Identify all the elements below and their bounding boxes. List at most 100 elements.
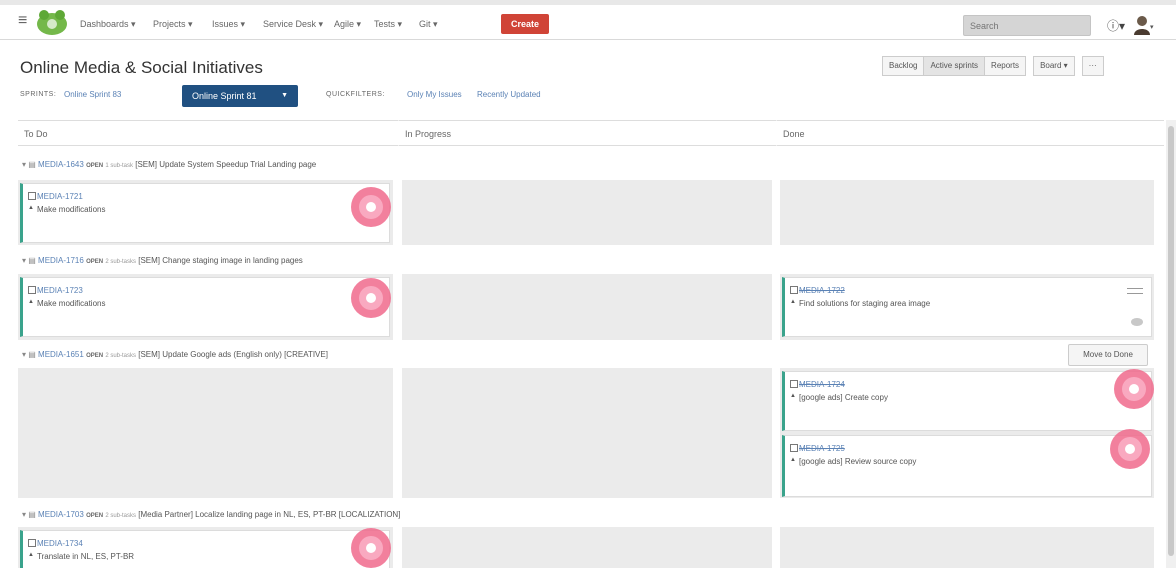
swimlane-header[interactable]: ▾ ▤ MEDIA-1643 OPEN 1 sub-task [SEM] Upd… (22, 160, 316, 169)
column-done-header: Done (776, 120, 1164, 146)
status-badge: OPEN (86, 163, 104, 169)
status-badge: OPEN (86, 353, 104, 359)
quickfilter-my-issues[interactable]: Only My Issues (407, 90, 462, 99)
issue-summary: [google ads] Create copy (799, 393, 888, 402)
backlog-button[interactable]: Backlog (882, 56, 925, 76)
issue-key[interactable]: MEDIA-1722 (799, 286, 845, 295)
swimlane-header[interactable]: ▾ ▤ MEDIA-1651 OPEN 2 sub-tasks [SEM] Up… (22, 350, 328, 359)
issue-key[interactable]: MEDIA-1724 (799, 380, 845, 389)
sprints-label: SPRINTS: (20, 91, 57, 98)
page-title: Online Media & Social Initiatives (20, 58, 263, 77)
redacted-avatar (1114, 369, 1154, 409)
issue-card[interactable]: MEDIA-1725 ▲ [google ads] Review source … (782, 435, 1152, 497)
subtask-type-icon (28, 539, 36, 547)
sprint-select-label: Online Sprint 81 (192, 91, 257, 101)
top-navigation: ≡ Dashboards ▾ Projects ▾ Issues ▾ Servi… (0, 0, 1176, 40)
more-actions-button[interactable]: ··· (1081, 56, 1104, 76)
active-sprints-button[interactable]: Active sprints (924, 56, 986, 76)
sprint-link[interactable]: Online Sprint 83 (64, 90, 121, 99)
user-avatar-icon[interactable]: ▾ (1132, 13, 1156, 37)
subtask-count: 2 sub-tasks (105, 259, 136, 265)
move-to-done-button[interactable]: Move to Done (1068, 344, 1148, 366)
logo-icon[interactable] (35, 8, 69, 36)
nav-dashboards[interactable]: Dashboards ▾ (80, 19, 136, 30)
cell-in-progress (402, 368, 772, 498)
nav-tests[interactable]: Tests ▾ (374, 19, 402, 30)
issue-key[interactable]: MEDIA-1721 (37, 192, 83, 201)
help-icon[interactable]: ⓘ▾ (1107, 17, 1125, 34)
subtask-count: 2 sub-tasks (105, 353, 136, 359)
issue-card[interactable]: MEDIA-1734 ▲ Translate in NL, ES, PT-BR (20, 530, 390, 568)
cell-in-progress (402, 180, 772, 245)
column-in-progress-header: In Progress (398, 120, 776, 146)
filter-bar: SPRINTS: Online Sprint 83 Online Sprint … (20, 85, 920, 107)
priority-icon: ▲ (790, 457, 796, 463)
app-switcher-icon[interactable]: ≡ (18, 13, 34, 29)
issue-summary: Make modifications (37, 205, 106, 214)
nav-service-desk[interactable]: Service Desk ▾ (263, 19, 323, 30)
issue-summary: Find solutions for staging area image (799, 299, 931, 308)
issue-card[interactable]: MEDIA-1722 ▲ Find solutions for staging … (782, 277, 1152, 337)
subtask-type-icon (28, 192, 36, 200)
scrollbar-thumb[interactable] (1168, 126, 1174, 556)
sprint-select[interactable]: Online Sprint 81 ▼ (182, 85, 298, 107)
nav-git[interactable]: Git ▾ (419, 19, 438, 30)
priority-icon: ▲ (790, 299, 796, 305)
collapse-icon[interactable]: ▾ ▤ (22, 510, 38, 519)
assignee-avatar (1131, 318, 1143, 326)
create-button[interactable]: Create (501, 14, 549, 34)
swimlane-key[interactable]: MEDIA-1643 (38, 160, 84, 169)
priority-icon: ▲ (28, 205, 34, 211)
view-switcher: Backlog Active sprints Reports Board ▾ ·… (882, 56, 1104, 76)
reports-button[interactable]: Reports (985, 56, 1027, 76)
issue-key[interactable]: MEDIA-1725 (799, 444, 845, 453)
redacted-avatar (1110, 429, 1150, 469)
subtask-count: 2 sub-tasks (105, 513, 136, 519)
nav-issues[interactable]: Issues ▾ (212, 19, 245, 30)
vertical-scrollbar[interactable] (1166, 120, 1176, 568)
issue-summary: Make modifications (37, 299, 106, 308)
cell-done (780, 527, 1154, 568)
issue-key[interactable]: MEDIA-1723 (37, 286, 83, 295)
cell-done (780, 180, 1154, 245)
collapse-icon[interactable]: ▾ ▤ (22, 160, 38, 169)
swimlane-header[interactable]: ▾ ▤ MEDIA-1703 OPEN 2 sub-tasks [Media P… (22, 510, 400, 519)
nav-projects[interactable]: Projects ▾ (153, 19, 193, 30)
subtask-type-icon (790, 380, 798, 388)
issue-summary: Translate in NL, ES, PT-BR (37, 552, 135, 561)
subtask-count: 1 sub-task (105, 163, 133, 169)
issue-key[interactable]: MEDIA-1734 (37, 539, 83, 548)
cell-in-progress (402, 527, 772, 568)
drag-handle-icon[interactable] (1127, 288, 1143, 294)
swimlane-key[interactable]: MEDIA-1651 (38, 350, 84, 359)
subtask-type-icon (28, 286, 36, 294)
swimlane-title: [SEM] Change staging image in landing pa… (138, 256, 303, 265)
subtask-type-icon (790, 286, 798, 294)
board-menu-button[interactable]: Board ▾ (1033, 56, 1075, 76)
swimlane-key[interactable]: MEDIA-1716 (38, 256, 84, 265)
priority-icon: ▲ (28, 299, 34, 305)
swimlane-title: [SEM] Update Google ads (English only) [… (138, 350, 328, 359)
cell-in-progress (402, 274, 772, 340)
collapse-icon[interactable]: ▾ ▤ (22, 350, 38, 359)
nav-agile[interactable]: Agile ▾ (334, 19, 361, 30)
issue-card[interactable]: MEDIA-1723 ▲ Make modifications (20, 277, 390, 337)
swimlane-title: [SEM] Update System Speedup Trial Landin… (135, 160, 317, 169)
quickfilter-recently-updated[interactable]: Recently Updated (477, 90, 541, 99)
collapse-icon[interactable]: ▾ ▤ (22, 256, 38, 265)
issue-card[interactable]: MEDIA-1721 ▲ Make modifications (20, 183, 390, 243)
status-badge: OPEN (86, 513, 104, 519)
quickfilters-label: QUICKFILTERS: (326, 91, 385, 98)
priority-icon: ▲ (28, 552, 34, 558)
cell-todo (18, 368, 393, 498)
priority-icon: ▲ (790, 393, 796, 399)
subtask-type-icon (790, 444, 798, 452)
issue-card[interactable]: MEDIA-1724 ▲ [google ads] Create copy (782, 371, 1152, 431)
chevron-down-icon: ▼ (281, 92, 288, 99)
swimlane-key[interactable]: MEDIA-1703 (38, 510, 84, 519)
svg-text:▾: ▾ (1150, 23, 1154, 31)
issue-summary: [google ads] Review source copy (799, 457, 917, 466)
redacted-avatar (351, 528, 391, 568)
swimlane-header[interactable]: ▾ ▤ MEDIA-1716 OPEN 2 sub-tasks [SEM] Ch… (22, 256, 303, 265)
search-input[interactable] (963, 15, 1091, 36)
